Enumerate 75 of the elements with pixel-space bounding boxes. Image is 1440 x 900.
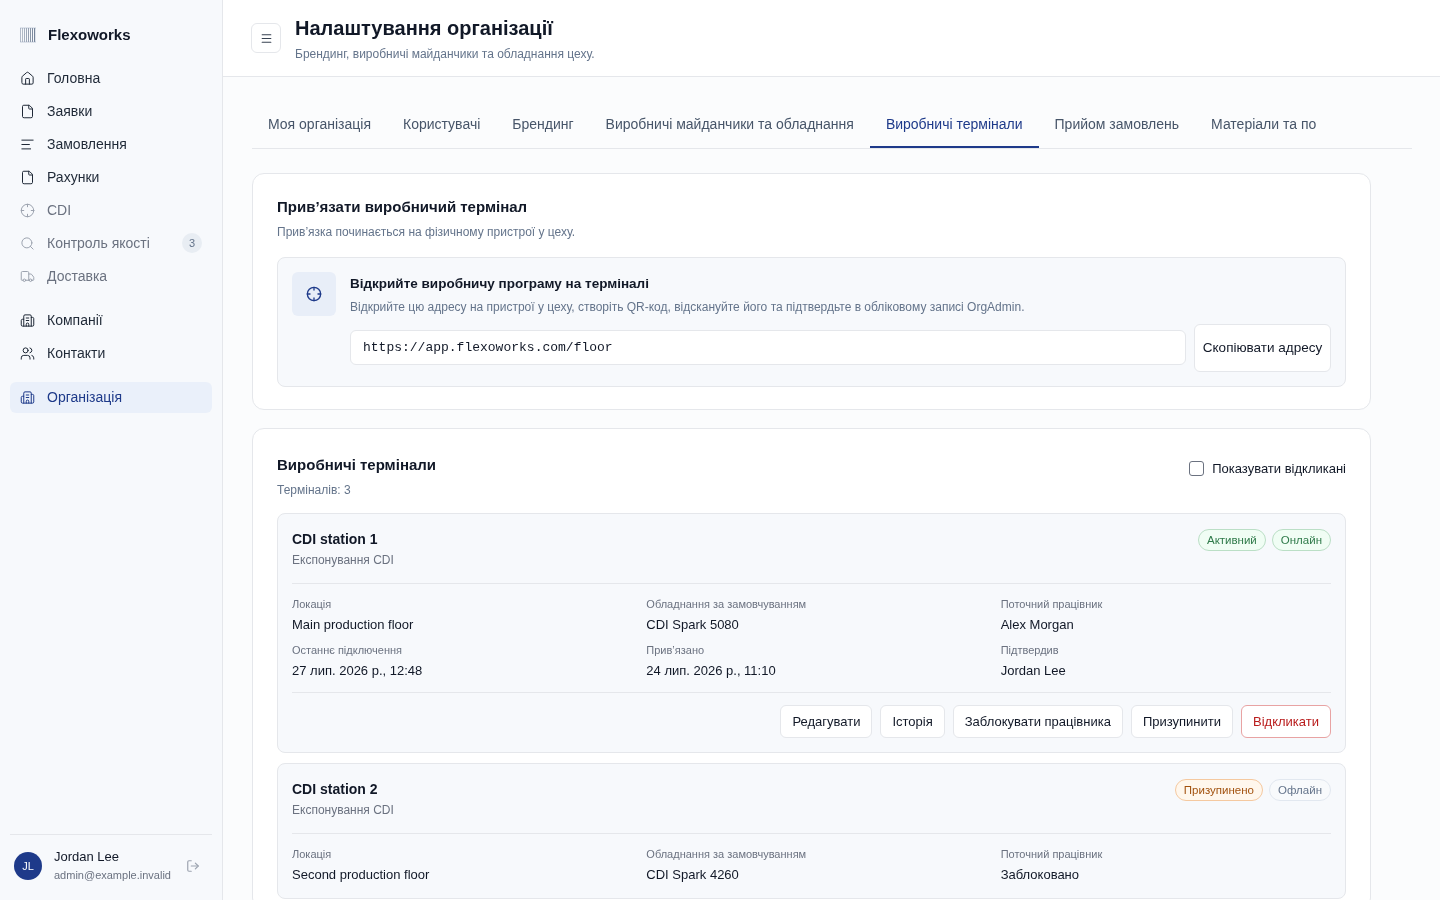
page-subtitle: Брендинг, виробничі майданчики та обладнання цеху. (295, 46, 595, 63)
users-icon (20, 345, 35, 361)
field-value: Jordan Lee (1000, 661, 1067, 680)
section-title: Виробничі термінали (277, 454, 437, 475)
tab[interactable]: Виробничі майданчики та обладнання (589, 103, 870, 148)
field-value: Alex Morgan (1000, 615, 1075, 634)
sidebar-item[interactable]: Рахунки (10, 161, 212, 193)
field-label: Обладнання за замовчуванням (646, 597, 808, 613)
building-icon (20, 389, 35, 405)
field-value: Заблоковано (1000, 865, 1081, 884)
target-icon (20, 202, 35, 218)
copy-button[interactable]: Скопіювати адресу (1194, 323, 1331, 372)
action-button[interactable]: Редагувати (780, 705, 873, 739)
document-icon (20, 103, 35, 119)
tab[interactable]: Матеріали та по (1195, 103, 1333, 148)
field-label: Поточний працівник (1000, 847, 1104, 863)
sidebar-item[interactable]: Головна (10, 62, 212, 94)
field-value: Second production floor (292, 865, 431, 884)
step-text: Відкрийте цю адресу на пристрої у цеху, створіть QR-код, відскануйте його та підтвердьте в обліковому записі OrgAdmin. (350, 298, 1026, 316)
logo-icon (20, 27, 36, 44)
target-icon (292, 271, 336, 316)
count-badge: 3 (182, 233, 202, 253)
url-field[interactable]: https://app.flexoworks.com/floor (350, 330, 1186, 366)
terminal-type: Експонування CDI (292, 802, 394, 820)
field-value: Main production floor (292, 615, 415, 634)
section-subtitle: Прив’язка починається на фізичному пристрої у цеху. (277, 223, 577, 241)
step-title: Відкрийте виробничу програму на терміналі (350, 274, 650, 293)
field-value: 24 лип. 2026 р., 11:10 (646, 661, 777, 680)
tab[interactable]: Моя організація (252, 103, 387, 148)
field-label: Обладнання за замовчуванням (646, 847, 808, 863)
sidebar-item[interactable]: Компанії (10, 304, 212, 336)
action-button[interactable]: Відкликати (1241, 705, 1331, 739)
status-badge: Онлайн (1271, 529, 1331, 552)
menu-icon (259, 31, 273, 45)
action-button[interactable]: Призупинити (1130, 705, 1234, 739)
terminal-count: Терміналів: 3 (277, 482, 352, 500)
user-avatar: JL (14, 852, 42, 880)
field-label: Локація (292, 597, 333, 613)
sidebar-item[interactable]: Замовлення (10, 128, 212, 160)
menu-button[interactable] (251, 23, 281, 53)
field-value: CDI Spark 4260 (646, 865, 740, 884)
field-label: Поточний працівник (1000, 597, 1104, 613)
document-icon (20, 169, 35, 185)
field-value: CDI Spark 5080 (646, 615, 740, 634)
page-title: Налаштування організації (295, 16, 555, 41)
field-label: Підтвердив (1000, 643, 1060, 659)
status-badge: Офлайн (1268, 779, 1331, 802)
brand-name: Flexoworks (48, 25, 131, 45)
sidebar-item[interactable]: Організація (10, 381, 212, 413)
search-icon (20, 235, 35, 251)
tab[interactable]: Брендинг (496, 103, 590, 148)
tab[interactable]: Користувачі (387, 103, 497, 148)
status-badge: Активний (1197, 529, 1266, 552)
tab[interactable]: Прийом замовлень (1038, 103, 1196, 148)
field-label: Прив’язано (646, 643, 706, 659)
field-label: Останнє підключення (292, 643, 404, 659)
action-button[interactable]: Історія (880, 705, 945, 739)
user-name: Jordan Lee (54, 848, 121, 866)
terminal-type: Експонування CDI (292, 552, 394, 570)
terminal-name: CDI station 2 (292, 780, 379, 800)
action-button[interactable]: Заблокувати працівника (952, 705, 1123, 739)
lines-icon (20, 136, 35, 152)
section-title: Прив’язати виробничий термінал (277, 197, 529, 217)
truck-icon (20, 268, 35, 284)
terminal-name: CDI station 1 (292, 530, 379, 550)
sidebar-item[interactable]: Контакти (10, 337, 212, 369)
home-icon (20, 70, 35, 86)
tab[interactable]: Виробничі термінали (869, 103, 1039, 148)
show-revoked-checkbox[interactable]: Показувати відкликані (1189, 458, 1346, 479)
user-email: admin@example.invalid (54, 868, 172, 883)
sidebar-item[interactable]: Заявки (10, 95, 212, 127)
field-label: Локація (292, 847, 333, 863)
building-icon (20, 312, 35, 328)
field-value: 27 лип. 2026 р., 12:48 (292, 661, 424, 680)
status-badge: Призупинено (1174, 779, 1263, 802)
